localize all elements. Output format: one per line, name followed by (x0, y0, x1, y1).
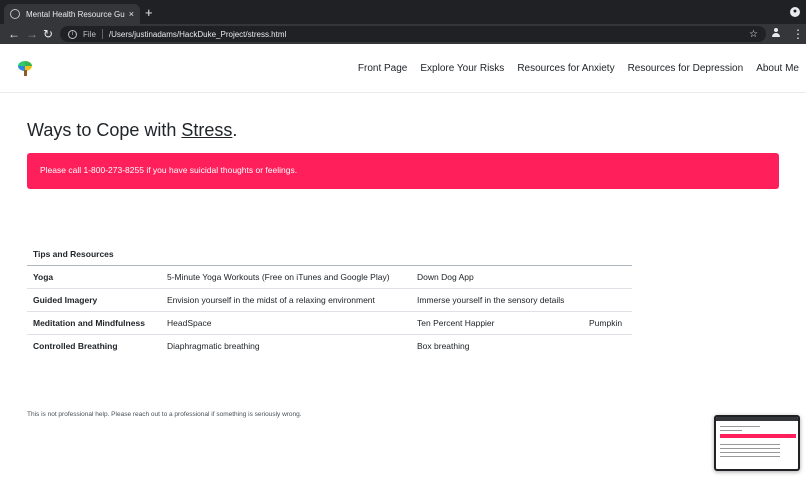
thumbnail-toolbar (716, 417, 798, 421)
window-menu-icon[interactable]: ● (790, 7, 800, 17)
title-emphasis: Stress (181, 120, 233, 140)
thumbnail-line (720, 456, 780, 457)
table-cell (583, 287, 632, 311)
row-label: Meditation and Mindfulness (27, 310, 161, 334)
tree-logo-icon[interactable] (18, 61, 32, 77)
alert-text: Please call 1-800-273-8255 if you have s… (40, 165, 298, 175)
table-cell: 5-Minute Yoga Workouts (Free on iTunes a… (161, 264, 411, 288)
table-cell: Diaphragmatic breathing (161, 333, 411, 357)
crisis-alert: Please call 1-800-273-8255 if you have s… (27, 153, 779, 189)
address-bar[interactable]: i File /Users/justinadams/HackDuke_Proje… (60, 26, 766, 42)
nav-resources-depression[interactable]: Resources for Depression (628, 63, 744, 74)
table-cell: Pumpkin (583, 310, 632, 334)
table-row: Controlled Breathing Diaphragmatic breat… (27, 333, 632, 357)
thumbnail-alert (720, 434, 796, 438)
back-arrow-icon[interactable]: ← (8, 26, 20, 42)
table-row: Meditation and Mindfulness HeadSpace Ten… (27, 310, 632, 334)
url-scheme: File (83, 29, 96, 39)
kebab-menu-icon[interactable]: ⋮ (792, 27, 804, 41)
table-cell: Box breathing (411, 333, 583, 357)
resources-table: Tips and Resources Yoga 5-Minute Yoga Wo… (27, 244, 632, 357)
forward-arrow-icon[interactable]: → (26, 26, 38, 42)
table-cell: Ten Percent Happier (411, 310, 583, 334)
row-label: Guided Imagery (27, 287, 161, 311)
reload-icon[interactable]: ↻ (43, 26, 53, 42)
nav-front-page[interactable]: Front Page (358, 63, 407, 74)
table-row: Guided Imagery Envision yourself in the … (27, 287, 632, 311)
tab-title: Mental Health Resource Guide (26, 9, 125, 19)
row-label: Yoga (27, 264, 161, 288)
browser-tab[interactable]: Mental Health Resource Guide × (4, 4, 140, 24)
table-cell (583, 264, 632, 288)
page-title: Ways to Cope with Stress. (27, 120, 237, 141)
nav-resources-anxiety[interactable]: Resources for Anxiety (517, 63, 614, 74)
tab-close-icon[interactable]: × (129, 9, 134, 19)
thumbnail-line (720, 426, 760, 427)
browser-toolbar: ← → ↻ i File /Users/justinadams/HackDuke… (0, 24, 806, 44)
nav-links: Front Page Explore Your Risks Resources … (358, 63, 799, 74)
thumbnail-line (720, 448, 780, 449)
thumbnail-line (720, 452, 780, 453)
omnibox-divider (101, 29, 103, 39)
table-cell: Envision yourself in the midst of a rela… (161, 287, 411, 311)
nav-about-me[interactable]: About Me (756, 63, 799, 74)
title-suffix: . (232, 120, 238, 140)
table-cell: Immerse yourself in the sensory details (411, 287, 583, 311)
new-tab-button[interactable]: + (145, 5, 153, 21)
thumbnail-line (720, 430, 742, 431)
nav-explore-your-risks[interactable]: Explore Your Risks (420, 63, 504, 74)
table-header-row: Tips and Resources (27, 244, 632, 266)
table-header: Tips and Resources (27, 244, 632, 266)
info-icon[interactable]: i (68, 29, 77, 39)
table-cell (583, 333, 632, 357)
table-cell: Down Dog App (411, 264, 583, 288)
browser-tab-strip: Mental Health Resource Guide × + ● (0, 0, 806, 24)
table-row: Yoga 5-Minute Yoga Workouts (Free on iTu… (27, 264, 632, 288)
row-label: Controlled Breathing (27, 333, 161, 357)
title-prefix: Ways to Cope with (27, 120, 182, 140)
table-cell: HeadSpace (161, 310, 411, 334)
thumbnail-line (720, 444, 780, 445)
url-text[interactable]: /Users/justinadams/HackDuke_Project/stre… (109, 30, 749, 39)
globe-icon (10, 9, 20, 19)
footer-disclaimer: This is not professional help. Please re… (27, 411, 302, 418)
star-icon[interactable]: ☆ (749, 29, 758, 40)
screenshot-thumbnail[interactable] (714, 415, 800, 471)
profile-icon[interactable] (771, 28, 781, 38)
